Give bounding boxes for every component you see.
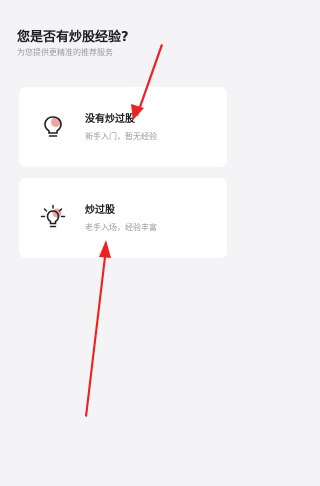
option-title: 炒过股 [85, 205, 115, 216]
lightbulb-off-icon [39, 113, 67, 141]
option-card-experienced[interactable]: 炒过股 老手入场，经验丰富 [19, 178, 227, 258]
page-subtitle: 为您提供更精准的推荐服务 [17, 48, 113, 57]
page-title: 您是否有炒股经验? [17, 30, 129, 45]
annotation-arrow-lower [85, 248, 107, 417]
option-card-no-experience[interactable]: 没有炒过股 新手入门，暂无经验 [19, 87, 227, 167]
lightbulb-on-icon [39, 204, 67, 232]
option-description: 老手入场，经验丰富 [85, 223, 157, 232]
option-description: 新手入门，暂无经验 [85, 132, 157, 141]
option-title: 没有炒过股 [85, 114, 135, 125]
